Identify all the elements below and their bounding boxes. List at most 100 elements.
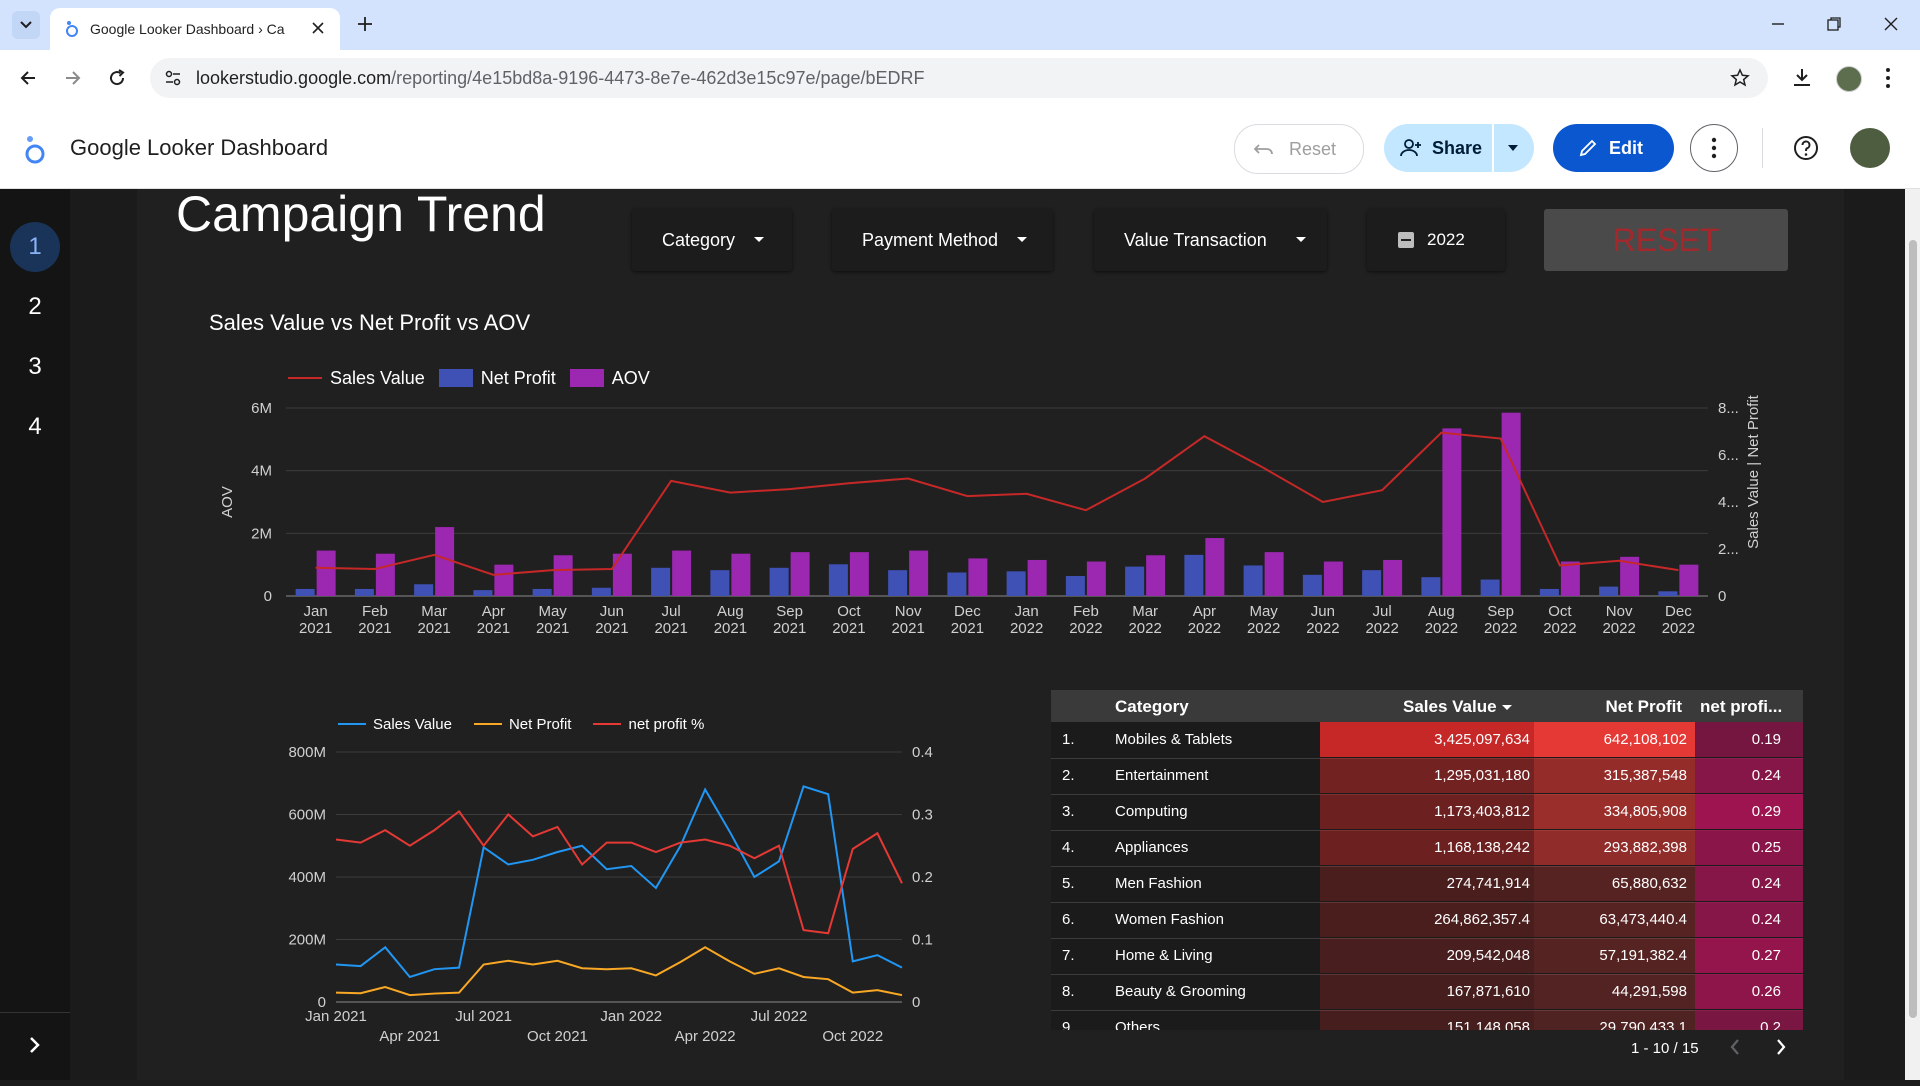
net-profit-bar[interactable] bbox=[769, 567, 789, 596]
aov-bar[interactable] bbox=[553, 555, 573, 596]
net-profit-bar[interactable] bbox=[354, 588, 374, 596]
table-row[interactable]: 1. Mobiles & Tablets 3,425,097,634 642,108,… bbox=[1051, 722, 1803, 759]
column-header-net-profit[interactable]: Net Profit bbox=[1606, 697, 1683, 717]
net-profit-bar[interactable] bbox=[1302, 574, 1322, 596]
net-profit-bar[interactable] bbox=[1065, 576, 1085, 596]
help-icon[interactable] bbox=[1792, 134, 1820, 162]
expand-rail-button[interactable] bbox=[0, 1012, 70, 1081]
aov-bar[interactable] bbox=[316, 550, 336, 596]
net-profit-bar[interactable] bbox=[828, 564, 848, 596]
page-scrollbar-thumb[interactable] bbox=[1909, 240, 1917, 1018]
table-row[interactable]: 6. Women Fashion 264,862,357.4 63,473,440.4… bbox=[1051, 902, 1803, 939]
column-header-net-profit-pct[interactable]: net profi... bbox=[1700, 697, 1782, 717]
profile-avatar[interactable] bbox=[1836, 66, 1862, 92]
page-link-4[interactable]: 4 bbox=[10, 402, 60, 452]
aov-bar[interactable] bbox=[1264, 552, 1284, 596]
net-profit-line[interactable] bbox=[335, 809, 903, 935]
value-transaction-filter[interactable]: Value Transaction bbox=[1094, 209, 1327, 271]
net-profit-bar[interactable] bbox=[473, 590, 493, 596]
forward-icon[interactable] bbox=[63, 68, 83, 88]
aov-bar[interactable] bbox=[731, 553, 751, 596]
column-header-sales-value[interactable]: Sales Value bbox=[1403, 697, 1513, 717]
share-options-button[interactable] bbox=[1494, 124, 1534, 172]
aov-bar[interactable] bbox=[1146, 555, 1166, 596]
net-profit-bar[interactable] bbox=[1184, 554, 1204, 596]
close-window-icon[interactable] bbox=[1883, 16, 1899, 32]
aov-bar[interactable] bbox=[1323, 561, 1343, 596]
column-header-category[interactable]: Category bbox=[1115, 697, 1189, 717]
net-profit-line[interactable] bbox=[335, 946, 903, 997]
new-tab-icon[interactable] bbox=[356, 15, 374, 33]
net-profit-bar[interactable] bbox=[1480, 579, 1500, 596]
year-filter[interactable]: 2022 bbox=[1367, 209, 1505, 271]
aov-bar[interactable] bbox=[1027, 559, 1047, 596]
aov-bar[interactable] bbox=[375, 553, 395, 596]
net-profit-bar[interactable] bbox=[1125, 566, 1145, 596]
close-tab-icon[interactable] bbox=[310, 20, 326, 36]
aov-bar[interactable] bbox=[968, 558, 988, 596]
page-link-2[interactable]: 2 bbox=[10, 282, 60, 332]
category-filter[interactable]: Category bbox=[632, 209, 792, 271]
share-button[interactable]: Share bbox=[1384, 124, 1492, 172]
browser-tab[interactable]: Google Looker Dashboard › Ca bbox=[50, 8, 340, 50]
aov-bar[interactable] bbox=[909, 550, 929, 596]
page-link-3[interactable]: 3 bbox=[10, 342, 60, 392]
aov-bar[interactable] bbox=[1205, 538, 1225, 596]
aov-bar[interactable] bbox=[790, 552, 810, 596]
reload-icon[interactable] bbox=[107, 68, 127, 88]
aov-bar[interactable] bbox=[612, 553, 632, 596]
aov-bar[interactable] bbox=[1679, 564, 1699, 596]
net-profit-bar[interactable] bbox=[532, 588, 552, 596]
bookmark-star-icon[interactable] bbox=[1730, 68, 1750, 88]
row-net-profit-pct: 0.26 bbox=[1751, 983, 1781, 1000]
prev-page-icon[interactable] bbox=[1726, 1036, 1744, 1058]
page-link-1[interactable]: 1 bbox=[10, 222, 60, 272]
browser-menu-icon[interactable] bbox=[1884, 66, 1892, 90]
net-profit-bar[interactable] bbox=[1243, 565, 1263, 596]
net-profit-bar[interactable] bbox=[1539, 588, 1559, 596]
next-page-icon[interactable] bbox=[1772, 1036, 1790, 1058]
reset-filters-button[interactable]: RESET bbox=[1544, 209, 1788, 271]
net-profit-bar[interactable] bbox=[1658, 591, 1678, 596]
net-profit-bar[interactable] bbox=[1362, 570, 1382, 596]
sales-value-line[interactable] bbox=[315, 431, 1679, 576]
table-row[interactable]: 7. Home & Living 209,542,048 57,191,382.4 0.… bbox=[1051, 938, 1803, 975]
reset-report-button[interactable]: Reset bbox=[1234, 124, 1364, 174]
net-profit-bar[interactable] bbox=[295, 588, 315, 596]
aov-bar[interactable] bbox=[672, 550, 692, 596]
net-profit-bar[interactable] bbox=[888, 570, 908, 596]
net-profit-bar[interactable] bbox=[651, 567, 671, 596]
aov-bar[interactable] bbox=[849, 552, 869, 596]
address-bar[interactable]: lookerstudio.google.com/reporting/4e15bd… bbox=[150, 58, 1768, 98]
table-row[interactable]: 3. Computing 1,173,403,812 334,805,908 0.29 bbox=[1051, 794, 1803, 831]
aov-bar[interactable] bbox=[1501, 412, 1521, 596]
minimize-icon[interactable] bbox=[1770, 16, 1786, 32]
net-profit-bar[interactable] bbox=[1421, 577, 1441, 596]
net-profit-bar[interactable] bbox=[414, 584, 434, 596]
aov-bar[interactable] bbox=[1560, 561, 1580, 596]
net-profit-bar[interactable] bbox=[591, 587, 611, 596]
net-profit-bar[interactable] bbox=[710, 570, 730, 596]
looker-studio-logo-icon[interactable] bbox=[22, 134, 48, 166]
account-avatar[interactable] bbox=[1850, 128, 1890, 168]
net-profit-bar[interactable] bbox=[947, 572, 967, 597]
back-icon[interactable] bbox=[18, 68, 38, 88]
aov-bar[interactable] bbox=[1383, 559, 1403, 596]
site-info-icon[interactable] bbox=[164, 69, 182, 87]
payment-method-filter[interactable]: Payment Method bbox=[832, 209, 1053, 271]
tab-search-button[interactable] bbox=[12, 11, 40, 39]
aov-bar[interactable] bbox=[494, 564, 514, 596]
table-row[interactable]: 5. Men Fashion 274,741,914 65,880,632 0.24 bbox=[1051, 866, 1803, 903]
table-row[interactable]: 9. Others 151,148,058 29,790,433.1 0.2 bbox=[1051, 1010, 1803, 1030]
aov-bar[interactable] bbox=[1086, 561, 1106, 596]
more-options-button[interactable] bbox=[1690, 124, 1738, 172]
download-icon[interactable] bbox=[1791, 67, 1813, 89]
table-row[interactable]: 8. Beauty & Grooming 167,871,610 44,291,598… bbox=[1051, 974, 1803, 1011]
table-row[interactable]: 4. Appliances 1,168,138,242 293,882,398 0.25 bbox=[1051, 830, 1803, 867]
table-row[interactable]: 2. Entertainment 1,295,031,180 315,387,548 0… bbox=[1051, 758, 1803, 795]
aov-bar[interactable] bbox=[1442, 428, 1462, 596]
net-profit-bar[interactable] bbox=[1599, 586, 1619, 596]
edit-button[interactable]: Edit bbox=[1553, 124, 1674, 172]
restore-icon[interactable] bbox=[1826, 16, 1842, 32]
net-profit-bar[interactable] bbox=[1006, 571, 1026, 596]
